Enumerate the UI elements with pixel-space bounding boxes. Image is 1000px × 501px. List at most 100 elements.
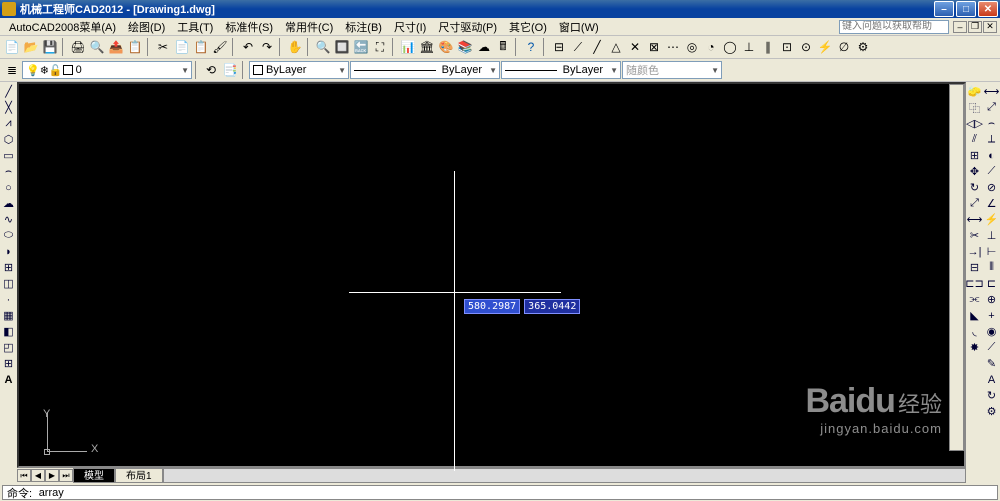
undo-icon[interactable]: ↶: [239, 38, 257, 56]
pan-icon[interactable]: ✋: [286, 38, 304, 56]
tab-first-button[interactable]: ⏮: [17, 469, 31, 482]
fillet-icon[interactable]: ◟: [967, 324, 982, 339]
dim-diameter-icon[interactable]: ⊘: [984, 180, 999, 195]
dim-break-icon[interactable]: ⊏: [984, 276, 999, 291]
lineweight-dropdown[interactable]: ByLayer: [501, 61, 621, 79]
erase-icon[interactable]: 🧽: [967, 84, 982, 99]
tolerance-icon[interactable]: ⊕: [984, 292, 999, 307]
osnap-none-icon[interactable]: ∅: [835, 38, 853, 56]
chamfer-icon[interactable]: ◣: [967, 308, 982, 323]
layer-prev-icon[interactable]: ⟲: [202, 61, 220, 79]
osnap-midpoint-icon[interactable]: △: [607, 38, 625, 56]
dim-radius-icon[interactable]: ◐: [984, 148, 999, 163]
offset-icon[interactable]: ⫽: [967, 132, 982, 147]
minimize-button[interactable]: –: [934, 1, 954, 17]
print-icon[interactable]: 🖨: [69, 38, 87, 56]
polygon-icon[interactable]: ⬡: [1, 132, 16, 147]
osnap-endpoint-icon[interactable]: ╱: [588, 38, 606, 56]
osnap-insert-icon[interactable]: ⊡: [778, 38, 796, 56]
vertical-scrollbar[interactable]: [949, 84, 964, 451]
redo-icon[interactable]: ↷: [258, 38, 276, 56]
coord-y-value[interactable]: 365.0442: [524, 299, 580, 314]
paste-icon[interactable]: 📋: [192, 38, 210, 56]
arc-icon[interactable]: ⌢: [1, 164, 16, 179]
dim-space-icon[interactable]: ⫴: [984, 260, 999, 275]
tab-prev-button[interactable]: ◀: [31, 469, 45, 482]
plotstyle-dropdown[interactable]: 随颜色: [622, 61, 722, 79]
osnap-nearest-icon[interactable]: ⚡: [816, 38, 834, 56]
polyline-icon[interactable]: ⩘: [1, 116, 16, 131]
break-point-icon[interactable]: ⊟: [967, 260, 982, 275]
dim-jogged-icon[interactable]: ⟋: [984, 164, 999, 179]
dim-angular-icon[interactable]: ∠: [984, 196, 999, 211]
rectangle-icon[interactable]: ▭: [1, 148, 16, 163]
osnap-parallel-icon[interactable]: ∥: [759, 38, 777, 56]
circle-icon[interactable]: ○: [1, 180, 16, 195]
spline-icon[interactable]: ∿: [1, 212, 16, 227]
design-center-icon[interactable]: 🏛: [418, 38, 436, 56]
command-line[interactable]: 命令: array: [2, 485, 998, 500]
dim-tedit-icon[interactable]: A: [984, 372, 999, 387]
publish-icon[interactable]: 📤: [107, 38, 125, 56]
menu-annotation[interactable]: 标注(B): [339, 18, 388, 36]
osnap-intersect-icon[interactable]: ✕: [626, 38, 644, 56]
osnap-perp-icon[interactable]: ⊥: [740, 38, 758, 56]
inspect-icon[interactable]: ◉: [984, 324, 999, 339]
sheetset-icon[interactable]: 📚: [456, 38, 474, 56]
dim-arc-icon[interactable]: ⌢: [984, 116, 999, 131]
osnap-quadrant-icon[interactable]: ◔: [702, 38, 720, 56]
maximize-button[interactable]: □: [956, 1, 976, 17]
gradient-icon[interactable]: ◧: [1, 324, 16, 339]
markup-icon[interactable]: ☁: [475, 38, 493, 56]
color-dropdown[interactable]: ByLayer: [249, 61, 349, 79]
insertblock-icon[interactable]: ⊞: [1, 260, 16, 275]
xline-icon[interactable]: ╳: [1, 100, 16, 115]
copy-obj-icon[interactable]: ⿻: [967, 100, 982, 115]
jog-linear-icon[interactable]: ⟋: [984, 340, 999, 355]
doc-restore-button[interactable]: ❐: [968, 21, 982, 33]
menu-tools[interactable]: 工具(T): [171, 18, 219, 36]
stretch-icon[interactable]: ⟷: [967, 212, 982, 227]
revcloud-icon[interactable]: ☁: [1, 196, 16, 211]
point-icon[interactable]: ·: [1, 292, 16, 307]
new-file-icon[interactable]: 📄: [3, 38, 21, 56]
menu-window[interactable]: 窗口(W): [553, 18, 605, 36]
save-icon[interactable]: 💾: [41, 38, 59, 56]
match-icon[interactable]: 🖌: [211, 38, 229, 56]
ellipsearc-icon[interactable]: ◗: [1, 244, 16, 259]
mtext-icon[interactable]: A: [1, 372, 16, 387]
trim-icon[interactable]: ✂: [967, 228, 982, 243]
layer-dropdown[interactable]: 💡 ❄ 🔓 0: [22, 61, 192, 79]
ellipse-icon[interactable]: ⬭: [1, 228, 16, 243]
tab-layout1[interactable]: 布局1: [115, 468, 163, 483]
join-icon[interactable]: ⫘: [967, 292, 982, 307]
menu-common-parts[interactable]: 常用件(C): [279, 18, 339, 36]
move-icon[interactable]: ✥: [967, 164, 982, 179]
zoom-prev-icon[interactable]: 🔙: [352, 38, 370, 56]
scale-icon[interactable]: ⤢: [967, 196, 982, 211]
tab-model[interactable]: 模型: [73, 468, 115, 483]
osnap-settings-icon[interactable]: ⚙: [854, 38, 872, 56]
layer-states-icon[interactable]: 📑: [221, 61, 239, 79]
menu-autocad2008[interactable]: AutoCAD2008菜单(A): [3, 18, 122, 36]
doc-close-button[interactable]: ✕: [983, 21, 997, 33]
explode-icon[interactable]: ✸: [967, 340, 982, 355]
centermark-icon[interactable]: +: [984, 308, 999, 323]
drawing-canvas[interactable]: 580.2987 365.0442 Y X Baidu 经验 jingyan.b…: [17, 82, 966, 468]
tab-next-button[interactable]: ▶: [45, 469, 59, 482]
array-icon[interactable]: ⊞: [967, 148, 982, 163]
makeblock-icon[interactable]: ◫: [1, 276, 16, 291]
menu-dimension-drive[interactable]: 尺寸驱动(P): [432, 18, 503, 36]
dim-continue-icon[interactable]: ⊢: [984, 244, 999, 259]
dim-linear-icon[interactable]: ⟷: [984, 84, 999, 99]
dim-ordinate-icon[interactable]: ⟂: [984, 132, 999, 147]
dim-quick-icon[interactable]: ⚡: [984, 212, 999, 227]
line-icon[interactable]: ╱: [1, 84, 16, 99]
zoom-realtime-icon[interactable]: 🔍: [314, 38, 332, 56]
hatch-icon[interactable]: ▦: [1, 308, 16, 323]
preview-icon[interactable]: 🔍: [88, 38, 106, 56]
dim-update-icon[interactable]: ↻: [984, 388, 999, 403]
zoom-extents-icon[interactable]: ⛶: [371, 38, 389, 56]
mirror-icon[interactable]: ◁▷: [967, 116, 982, 131]
break-icon[interactable]: ⊏⊐: [967, 276, 982, 291]
